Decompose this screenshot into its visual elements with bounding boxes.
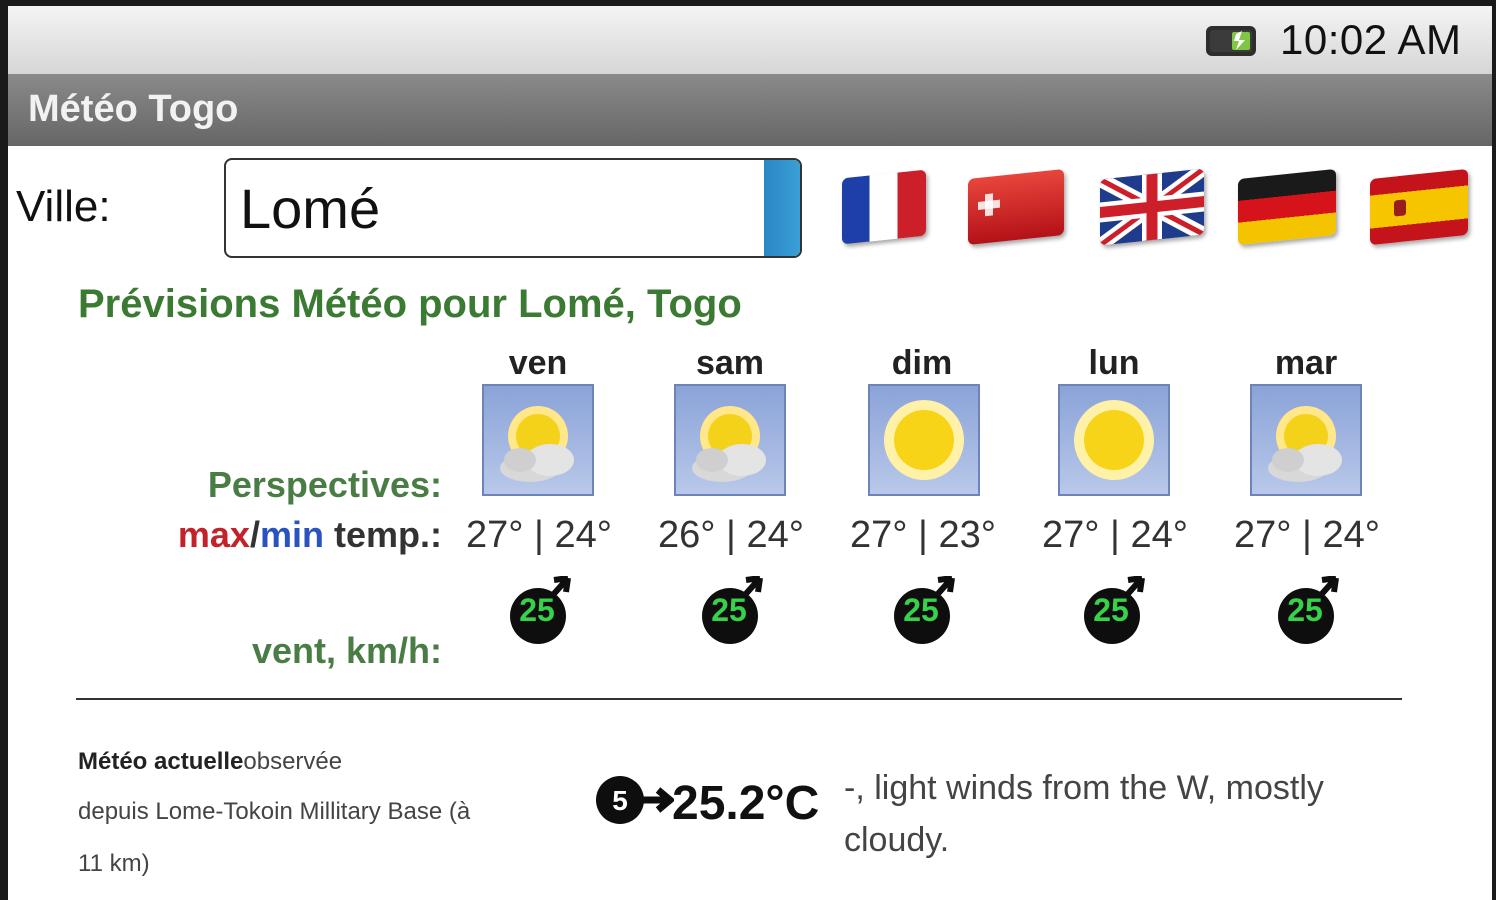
- wind-speed: 25: [1287, 592, 1323, 628]
- wind-badge-value: 5: [612, 785, 628, 816]
- wind-indicator: 25: [508, 575, 578, 646]
- day-label: dim: [891, 344, 953, 382]
- partly-cloudy-icon: [482, 384, 594, 496]
- sunny-icon: [868, 384, 980, 496]
- wind-label: vent, km/h:: [251, 630, 442, 671]
- wind-speed: 25: [519, 592, 555, 628]
- wind-badge-icon: 5: [596, 776, 674, 824]
- app-screen: 10:02 AM Météo Togo Ville: Prévisions Mé…: [8, 6, 1492, 900]
- current-weather-title: Météo actuelleobservée: [78, 748, 342, 776]
- forecast-heading: Prévisions Météo pour Lomé, Togo: [78, 282, 742, 326]
- spain-flag-icon[interactable]: [1370, 168, 1468, 246]
- wind-indicator: 25: [892, 575, 962, 646]
- status-bar: 10:02 AM: [8, 6, 1492, 74]
- temperature-range: 27° | 24°: [1234, 514, 1380, 556]
- temperature-range: 27° | 24°: [466, 514, 612, 556]
- city-label: Ville:: [16, 182, 111, 231]
- day-label: mar: [1274, 344, 1338, 382]
- day-label: ven: [508, 344, 568, 382]
- observation-distance: 11 km): [78, 850, 150, 877]
- temperature-range: 26° | 24°: [658, 514, 804, 556]
- temp-suffix-label: temp.:: [323, 514, 442, 555]
- section-divider: [76, 698, 1402, 700]
- day-label: sam: [695, 344, 765, 382]
- wind-speed: 25: [711, 592, 747, 628]
- partly-cloudy-icon: [674, 384, 786, 496]
- status-clock: 10:02 AM: [1280, 16, 1462, 63]
- current-temperature: 25.2°C: [672, 777, 820, 830]
- uk-flag-icon[interactable]: [1100, 168, 1204, 246]
- temperature-range: 27° | 23°: [850, 514, 996, 556]
- wind-indicator: 25: [1276, 575, 1346, 646]
- current-weather-title-rest: observée: [243, 748, 343, 775]
- partly-cloudy-icon: [1250, 384, 1362, 496]
- current-conditions: -, light winds from the W, mostly cloudy…: [844, 769, 1324, 859]
- swiss-cross-icon: [978, 193, 1000, 217]
- current-weather-title-bold: Météo actuelle: [78, 748, 244, 775]
- outlook-label: Perspectives:: [207, 464, 442, 505]
- france-flag-icon[interactable]: [842, 169, 926, 245]
- wind-speed: 25: [1093, 592, 1129, 628]
- wind-indicator: 25: [1082, 575, 1152, 646]
- spain-crest-icon: [1394, 199, 1406, 217]
- battery-icon: [1206, 26, 1256, 56]
- title-bar: Météo Togo: [8, 74, 1492, 146]
- wind-indicator: 25: [700, 575, 770, 646]
- day-label: lun: [1088, 344, 1140, 382]
- max-label: max: [177, 514, 250, 555]
- slash-label: /: [249, 514, 260, 555]
- germany-flag-icon[interactable]: [1238, 168, 1336, 246]
- city-field[interactable]: [224, 158, 802, 258]
- city-input[interactable]: [226, 160, 770, 256]
- union-jack-icon: [1100, 168, 1204, 246]
- sunny-icon: [1058, 384, 1170, 496]
- temperature-label: max/min temp.:: [10, 514, 442, 556]
- wind-speed: 25: [903, 592, 939, 628]
- observation-source: depuis Lome-Tokoin Millitary Base (à: [78, 798, 471, 825]
- city-dropdown-handle[interactable]: [764, 160, 800, 256]
- switzerland-flag-icon[interactable]: [968, 168, 1064, 246]
- app-title: Météo Togo: [28, 88, 239, 130]
- temperature-range: 27° | 24°: [1042, 514, 1188, 556]
- min-label: min: [259, 514, 324, 555]
